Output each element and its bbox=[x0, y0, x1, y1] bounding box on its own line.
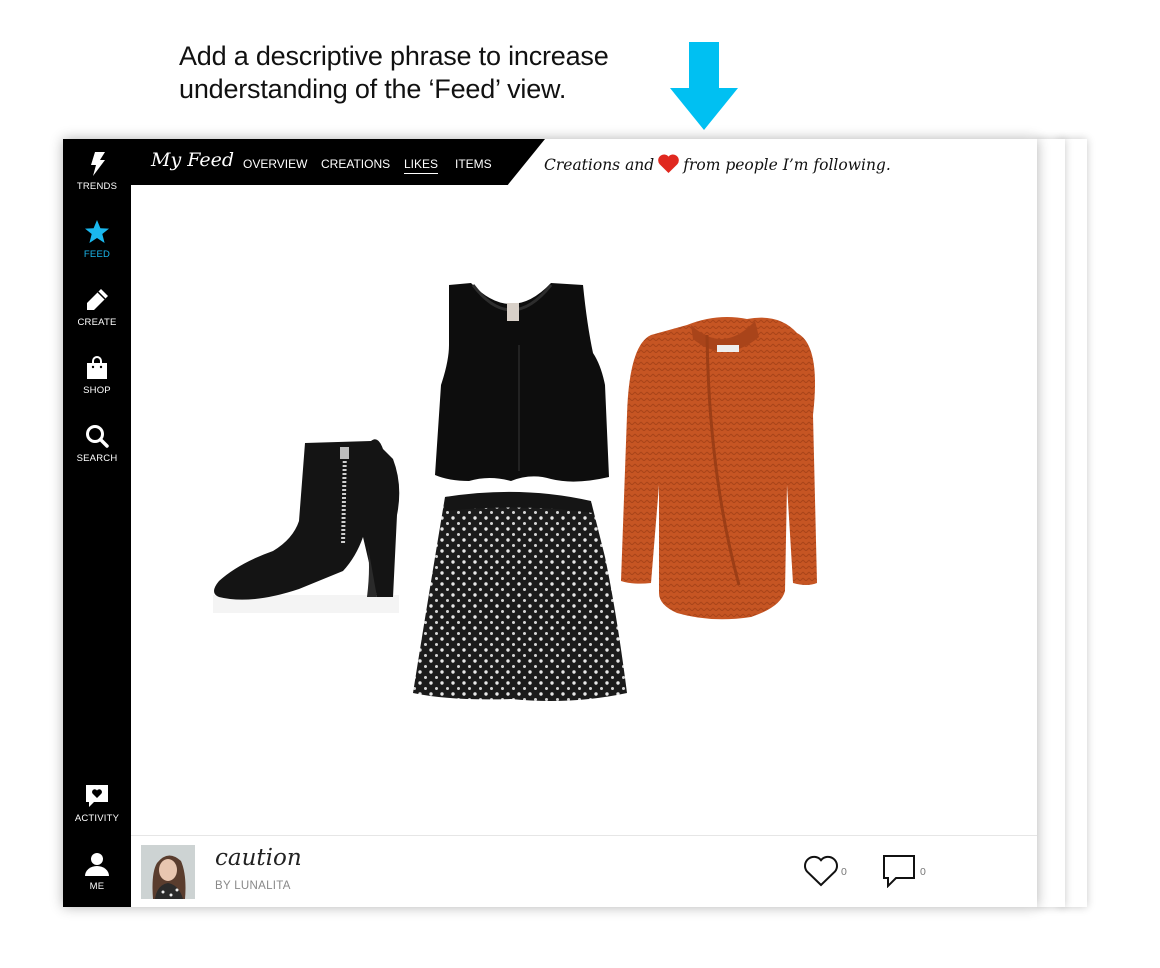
comment-count: 0 bbox=[920, 866, 926, 878]
outfit-collage[interactable] bbox=[131, 185, 1037, 835]
tab-creations[interactable]: CREATIONS bbox=[321, 157, 390, 171]
avatar[interactable] bbox=[141, 845, 195, 899]
header-tab-bar: My Feed OVERVIEW CREATIONS LIKES ITEMS bbox=[131, 139, 545, 185]
sidebar-item-label: TRENDS bbox=[76, 181, 118, 192]
tagline-start: Creations and bbox=[544, 156, 655, 174]
post-title[interactable]: caution bbox=[215, 845, 302, 871]
annotation-line-1: Add a descriptive phrase to increase bbox=[179, 41, 609, 71]
comment-icon bbox=[883, 855, 915, 889]
star-icon bbox=[85, 220, 109, 243]
sidebar-item-shop[interactable]: SHOP bbox=[63, 355, 131, 396]
sidebar-item-trends[interactable]: TRENDS bbox=[63, 151, 131, 192]
sidebar-item-create[interactable]: CREATE bbox=[63, 287, 131, 328]
sidebar-item-me[interactable]: ME bbox=[63, 851, 131, 892]
heart-chat-icon bbox=[86, 785, 108, 807]
sidebar-item-search[interactable]: SEARCH bbox=[63, 423, 131, 464]
like-count: 0 bbox=[841, 866, 847, 878]
stacked-page-middle bbox=[1035, 139, 1065, 907]
lightning-icon bbox=[91, 152, 105, 176]
annotation-text: Add a descriptive phrase to increase und… bbox=[179, 40, 699, 106]
pencil-icon bbox=[87, 289, 108, 310]
heart-icon bbox=[658, 154, 680, 174]
annotation-line-2: understanding of the ‘Feed’ view. bbox=[179, 74, 567, 104]
tab-overview[interactable]: OVERVIEW bbox=[243, 157, 307, 171]
comment-button[interactable] bbox=[882, 854, 916, 893]
search-icon bbox=[86, 425, 109, 448]
heart-outline-icon bbox=[804, 855, 838, 887]
post-footer: caution BY LUNALITA 0 0 bbox=[131, 835, 1037, 907]
sidebar: TRENDS FEED CREATE SHOP SEARCH ACTIVITY … bbox=[63, 139, 131, 907]
tagline-end: from people I’m following. bbox=[683, 156, 891, 174]
feed-header: My Feed OVERVIEW CREATIONS LIKES ITEMS C… bbox=[131, 139, 1037, 185]
shopping-bag-icon bbox=[87, 356, 107, 379]
sidebar-item-label: SHOP bbox=[83, 385, 111, 396]
tab-items[interactable]: ITEMS bbox=[455, 157, 492, 171]
user-photo bbox=[141, 845, 195, 899]
app-window: TRENDS FEED CREATE SHOP SEARCH ACTIVITY … bbox=[63, 139, 1037, 907]
sidebar-item-label: CREATE bbox=[77, 317, 117, 328]
orange-cardigan-image[interactable] bbox=[621, 317, 817, 620]
page-title: My Feed bbox=[151, 149, 235, 171]
sidebar-item-label: SEARCH bbox=[76, 453, 118, 464]
feed-description: Creations and from people I’m following. bbox=[544, 153, 891, 174]
sidebar-item-label: ACTIVITY bbox=[74, 813, 120, 824]
tab-likes[interactable]: LIKES bbox=[404, 157, 439, 174]
person-icon bbox=[85, 853, 109, 876]
sidebar-item-activity[interactable]: ACTIVITY bbox=[63, 783, 131, 824]
floral-skirt-image[interactable] bbox=[413, 491, 627, 701]
like-button[interactable] bbox=[803, 854, 839, 893]
sidebar-item-label: FEED bbox=[83, 249, 111, 260]
post-author[interactable]: BY LUNALITA bbox=[215, 880, 291, 892]
down-arrow-icon bbox=[670, 42, 738, 130]
sidebar-item-feed[interactable]: FEED bbox=[63, 219, 131, 260]
ankle-boot-image[interactable] bbox=[213, 439, 400, 613]
sidebar-item-label: ME bbox=[89, 881, 105, 892]
black-tank-top-image[interactable] bbox=[435, 283, 609, 482]
